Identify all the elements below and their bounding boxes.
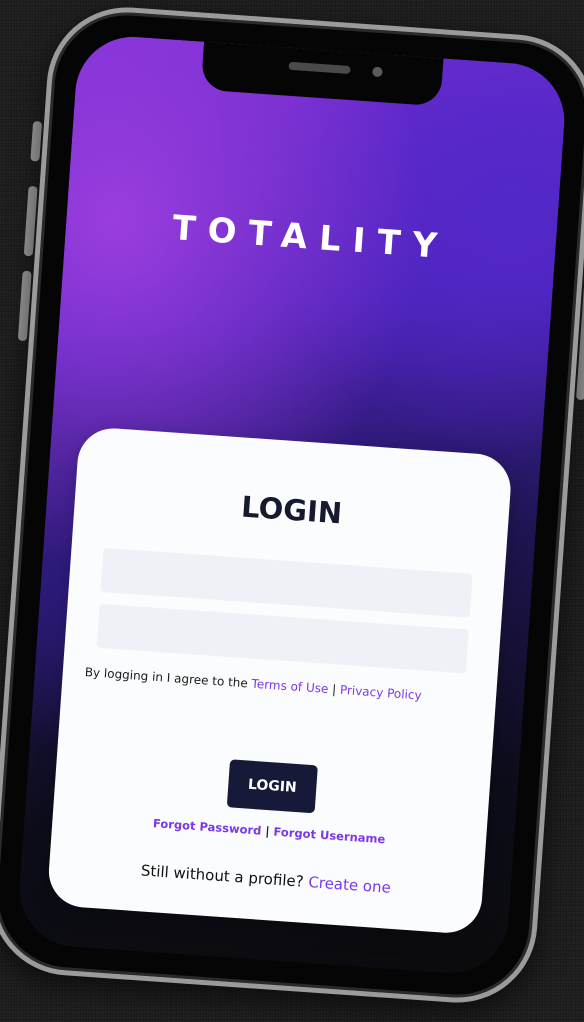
phone-screen: TOTALITY LOGIN By logging in I agree to … — [15, 33, 569, 977]
terms-prefix: By logging in I agree to the — [84, 664, 253, 691]
phone-mockup: TOTALITY LOGIN By logging in I agree to … — [0, 2, 584, 1008]
privacy-policy-link[interactable]: Privacy Policy — [340, 683, 423, 703]
signup-text: Still without a profile? — [140, 861, 310, 892]
login-button[interactable]: LOGIN — [226, 759, 318, 814]
forgot-password-link[interactable]: Forgot Password — [153, 816, 262, 838]
create-account-link[interactable]: Create one — [308, 873, 392, 897]
front-camera — [372, 66, 383, 78]
login-title: LOGIN — [240, 489, 344, 531]
password-input[interactable] — [96, 603, 469, 674]
login-card: LOGIN By logging in I agree to the Terms… — [46, 426, 513, 936]
mute-switch — [30, 121, 43, 162]
brand-logo: TOTALITY — [171, 208, 451, 268]
notch — [200, 41, 444, 107]
forgot-links: Forgot Password | Forgot Username — [52, 809, 486, 853]
signup-prompt: Still without a profile? Create one — [49, 855, 483, 903]
forgot-username-link[interactable]: Forgot Username — [273, 825, 386, 847]
terms-of-use-link[interactable]: Terms of Use — [251, 677, 329, 696]
speaker-grille — [288, 61, 351, 75]
phone-frame: TOTALITY LOGIN By logging in I agree to … — [0, 2, 584, 1008]
terms-separator: | — [327, 682, 341, 697]
